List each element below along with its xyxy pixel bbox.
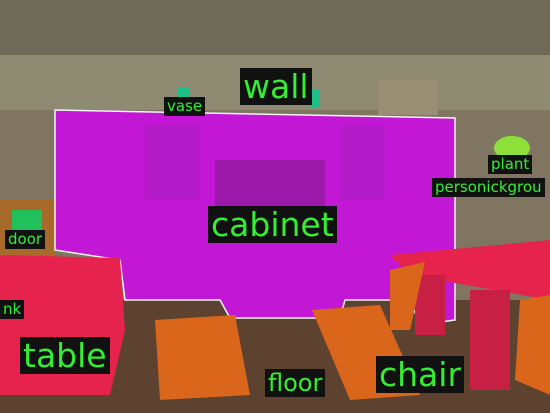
label-floor: floor <box>265 369 326 397</box>
label-cabinet: cabinet <box>208 206 337 243</box>
cabinet-lattice-right <box>340 125 385 200</box>
label-sink: nk <box>0 300 25 319</box>
label-person: personickgrou <box>432 178 545 197</box>
label-chair: chair <box>376 356 465 393</box>
cabinet-lattice-left <box>145 125 200 200</box>
label-wall: wall <box>240 68 312 105</box>
chair-far-right <box>515 295 550 395</box>
roof-region <box>0 0 550 55</box>
label-vase: vase <box>164 97 206 116</box>
label-door: door <box>5 230 46 249</box>
segmentation-scene: wall vase plant personickgrou cabinet do… <box>0 0 550 413</box>
label-table: table <box>20 337 110 374</box>
window-frame <box>378 80 438 115</box>
label-plant: plant <box>488 155 533 174</box>
chair-left <box>155 315 250 400</box>
table-right-leg-2 <box>470 290 510 390</box>
